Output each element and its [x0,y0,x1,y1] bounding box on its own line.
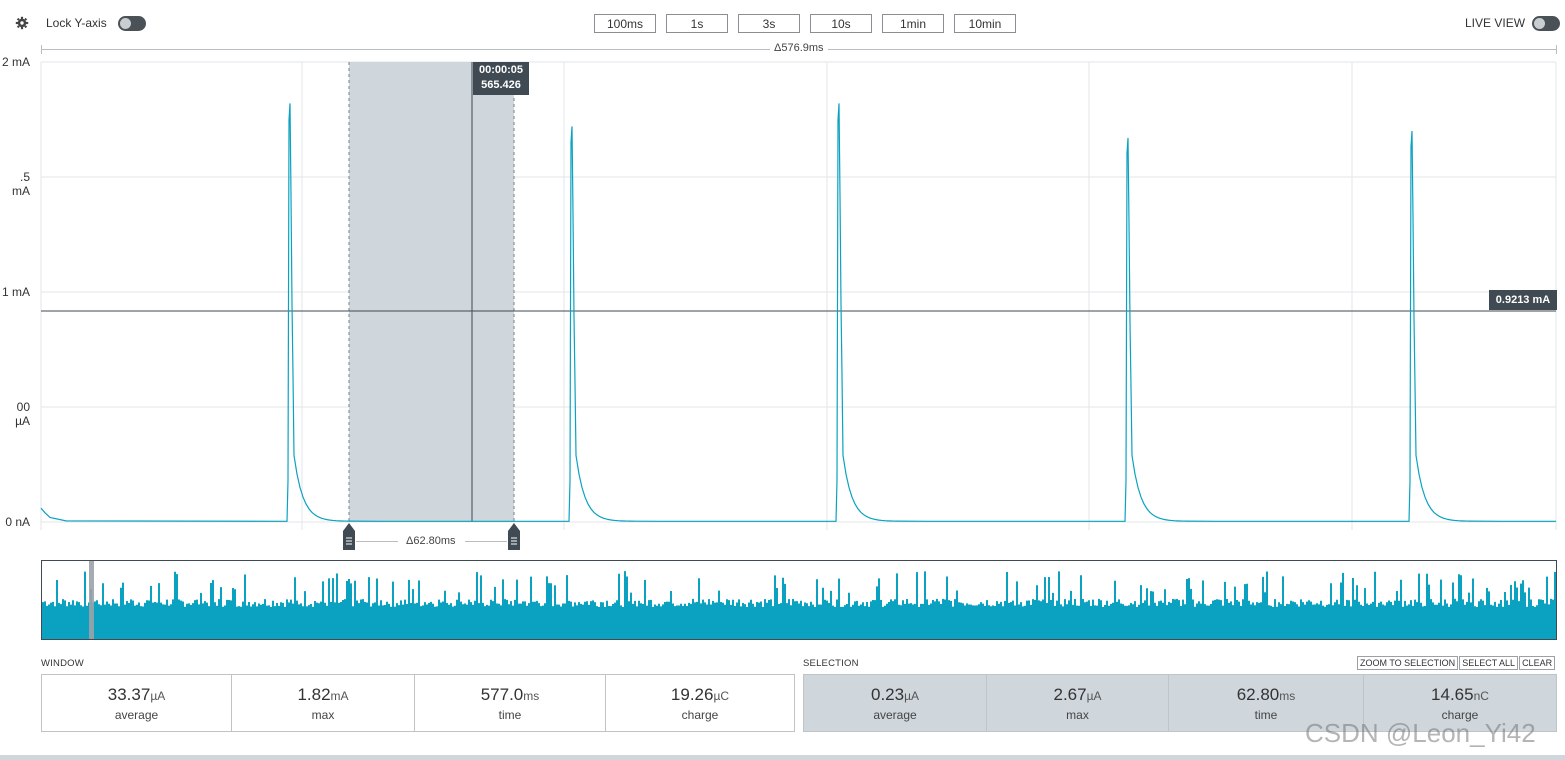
selection-delta-label: Δ62.80ms [406,535,456,547]
zoom-to-selection-button[interactable]: ZOOM TO SELECTION [1357,656,1459,670]
stat-unit: µC [713,689,730,703]
overview-minimap[interactable] [41,560,1557,640]
stat-value: 14.65 [1431,685,1474,704]
selection-action-buttons: ZOOM TO SELECTION SELECT ALL CLEAR [1357,656,1556,670]
bottom-bar [0,755,1565,760]
selection-delta-line-right [465,541,507,542]
current-level-label: 0.9213 mA [1489,290,1557,310]
selection-stat-max: 2.67µA max [987,675,1169,731]
stat-unit: µA [150,689,166,703]
watermark: CSDN @Leon_Yi42 [1305,718,1536,748]
window-stats-panel: 33.37µA average 1.82mA max 577.0ms time … [41,674,795,732]
stat-value: 2.67 [1053,685,1087,704]
stat-unit: nC [1473,689,1489,703]
stat-value: 33.37 [107,685,151,704]
current-trace [40,103,1556,522]
selection-handle-right[interactable] [508,523,520,550]
selection-handle-left[interactable] [343,523,355,550]
cursor-time: 00:00:05 [478,64,524,76]
stat-unit: µA [1086,689,1102,703]
clear-selection-button[interactable]: CLEAR [1519,656,1556,670]
stat-unit: ms [523,689,540,703]
cursor-value: 565.426 [481,79,521,91]
selection-delta-line-left [356,541,398,542]
minimap-window-indicator[interactable] [89,561,94,639]
stat-label: average [873,708,917,722]
select-all-button[interactable]: SELECT ALL [1459,656,1519,670]
chart-grid [40,61,1557,530]
selection-stats-title: SELECTION [803,658,859,669]
cursor-label: 00:00:05 565.426 [473,62,529,95]
stat-label: average [114,708,159,722]
stat-label: max [311,708,335,722]
stat-value: 577.0 [480,685,524,704]
stat-label: max [1066,708,1089,722]
stat-unit: µA [904,689,919,703]
window-stat-time: 577.0ms time [415,675,606,731]
stat-label: charge [681,708,719,722]
stat-value: 0.23 [870,685,905,704]
stat-value: 62.80 [1236,685,1280,704]
stat-label: time [498,708,522,722]
selection-region[interactable] [349,62,514,522]
stat-value: 1.82 [297,685,331,704]
main-current-chart[interactable] [0,0,1565,560]
stat-value: 19.26 [670,685,714,704]
window-stat-charge: 19.26µC charge [606,675,794,731]
window-stats-title: WINDOW [41,658,84,669]
stat-unit: mA [330,689,349,703]
window-stat-max: 1.82mA max [232,675,415,731]
stat-unit: ms [1279,689,1296,703]
window-stat-average: 33.37µA average [42,675,232,731]
selection-stat-average: 0.23µA average [804,675,987,731]
